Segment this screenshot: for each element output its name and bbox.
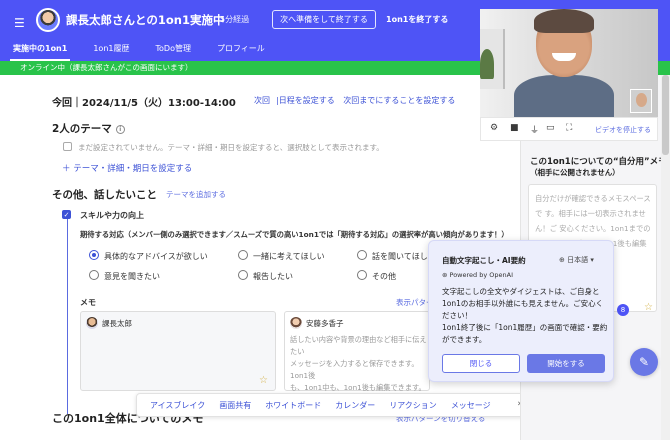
scrollbar[interactable]: [661, 75, 670, 440]
tool-message[interactable]: メッセージ: [451, 400, 491, 411]
page-title: 課長太郎さんとの1on1実施中: [66, 13, 225, 27]
expectation-label: 期待する対応（メンバー側のみ選択できます／スムーズで質の高い1on1では「期待す…: [80, 230, 509, 239]
stop-video-button[interactable]: ビデオを停止する: [595, 125, 651, 135]
end-1on1-button[interactable]: 1on1を終了する: [386, 14, 448, 25]
powered-text: Powered by OpenAI: [449, 271, 513, 279]
radio-advice[interactable]: [89, 250, 99, 260]
session-links: 次回 |日程を設定する 次回までにすることを設定する: [254, 96, 456, 105]
memo-box-self[interactable]: 課長太郎 ☆: [80, 311, 276, 391]
theme-checkbox[interactable]: [63, 142, 72, 151]
session-datetime: 2024/11/5（火）13:00-14:00: [82, 98, 236, 109]
memo-count-badge: 8: [617, 304, 629, 316]
menu-icon[interactable]: ☰: [14, 16, 25, 30]
popup-start-button[interactable]: 開始をする: [527, 354, 605, 373]
video-bg-plant: [480, 49, 494, 79]
memo-label: メモ: [80, 298, 96, 307]
info-icon[interactable]: i: [115, 125, 125, 134]
popup-title: 自動文字起こし・AI要約: [442, 256, 526, 265]
tool-calendar[interactable]: カレンダー: [335, 400, 375, 411]
today-label: 今回: [52, 98, 72, 109]
language-value: 日本語: [567, 256, 589, 264]
ai-magic-wand-button[interactable]: ✎: [630, 348, 658, 376]
elapsed-time: 5分経過: [220, 15, 250, 24]
option-think-together: 一緒に考えてほしい: [253, 252, 325, 261]
tab-history[interactable]: 1on1履歴: [80, 40, 142, 61]
memo-placeholder: 話したい内容や背景の理由など相手に伝えたい メッセージを入力すると保存できます。…: [290, 335, 427, 392]
tool-icebreak[interactable]: アイスブレイク: [150, 400, 205, 411]
prepare-next-button[interactable]: 次へ準備をして終了する: [272, 10, 376, 29]
star-icon[interactable]: ☆: [259, 375, 268, 386]
tab-profile[interactable]: プロフィール: [204, 40, 278, 61]
microphone-icon[interactable]: ⏚: [530, 123, 539, 136]
radio-other[interactable]: [357, 270, 367, 280]
personal-memo-title: この1on1についての“自分用”メモ: [530, 157, 667, 167]
radio-opinion[interactable]: [89, 270, 99, 280]
set-schedule-link[interactable]: 日程を設定する: [279, 96, 335, 105]
partner-avatar: [36, 8, 60, 32]
memo-box-partner[interactable]: 安藤多香子 話したい内容や背景の理由など相手に伝えたい メッセージを入力すると保…: [284, 311, 430, 392]
settings-gear-icon[interactable]: ⚙: [490, 123, 498, 133]
video-controls: ⚙ ■ ⏚ ▭ ⛶ ビデオを停止する: [480, 117, 658, 141]
partner-memo-avatar: [290, 317, 302, 329]
ai-transcription-popup: 自動文字起こし・AI要約 ⊕ 日本語 ▾ ⊛ Powered by OpenAI…: [428, 240, 614, 382]
video-person-hair: [534, 9, 594, 33]
item-title: スキルや力の向上: [80, 211, 144, 220]
option-listen: 話を聞いてほしい: [372, 252, 436, 261]
scrollbar-thumb[interactable]: [662, 75, 669, 155]
session-date: 今回｜2024/11/5（火）13:00-14:00: [52, 98, 236, 109]
set-theme-link[interactable]: ＋ テーマ・詳細・期日を設定する: [62, 162, 192, 174]
tab-todo[interactable]: ToDo管理: [142, 40, 203, 61]
option-opinion: 意見を聞きたい: [104, 272, 160, 281]
main-tabs: 実施中の1on1 1on1履歴 ToDo管理 プロフィール: [0, 40, 278, 61]
user-avatar: [86, 317, 98, 329]
memo-star-icon[interactable]: ☆: [644, 302, 653, 313]
bottom-toolbar: アイスブレイク 画面共有 ホワイトボード カレンダー リアクション メッセージ …: [136, 393, 534, 417]
radio-think-together[interactable]: [238, 250, 248, 260]
theme-title-text: 2人のテーマ: [52, 123, 112, 135]
language-select[interactable]: ⊕ 日本語 ▾: [559, 255, 594, 265]
option-report: 報告したい: [253, 272, 293, 281]
theme-placeholder: まだ設定されていません。テーマ・詳細・期日を設定すると、選択肢として表示されます…: [78, 143, 384, 152]
video-feed: [480, 9, 658, 117]
self-view-thumbnail[interactable]: [630, 89, 652, 113]
skill-checkbox[interactable]: ✓: [62, 210, 71, 219]
screen-share-icon[interactable]: ▭: [546, 123, 555, 133]
radio-report[interactable]: [238, 270, 248, 280]
fullscreen-icon[interactable]: ⛶: [566, 123, 572, 133]
section-divider: [67, 219, 68, 414]
option-advice: 具体的なアドバイスが欲しい: [104, 252, 208, 261]
radio-listen[interactable]: [357, 250, 367, 260]
add-theme-link[interactable]: テーマを追加する: [166, 189, 226, 200]
memo-author-1: 課長太郎: [102, 319, 132, 328]
camera-icon[interactable]: ■: [510, 123, 519, 133]
next-session-link[interactable]: 次回: [254, 96, 270, 105]
theme-section-title: 2人のテーマ i: [52, 121, 125, 136]
video-person-body: [514, 75, 614, 117]
tool-whiteboard[interactable]: ホワイトボード: [265, 400, 321, 411]
popup-close-button[interactable]: 閉じる: [442, 354, 520, 373]
popup-body: 文字起こしの全文やダイジェストは、ご自身と1on1のお相手以外誰にも見えません。…: [442, 287, 608, 344]
memo-author-2: 安藤多香子: [306, 319, 344, 328]
powered-by-openai: ⊛ Powered by OpenAI: [442, 271, 513, 279]
option-other: その他: [372, 272, 396, 281]
tool-screen-share[interactable]: 画面共有: [219, 400, 251, 411]
tool-reaction[interactable]: リアクション: [389, 400, 437, 411]
other-section-title: その他、話したいこと: [52, 189, 157, 201]
tab-current[interactable]: 実施中の1on1: [0, 40, 80, 61]
set-todo-link[interactable]: 次回までにすることを設定する: [343, 96, 455, 105]
personal-memo-subtitle: （相手に公開されません）: [530, 168, 620, 177]
